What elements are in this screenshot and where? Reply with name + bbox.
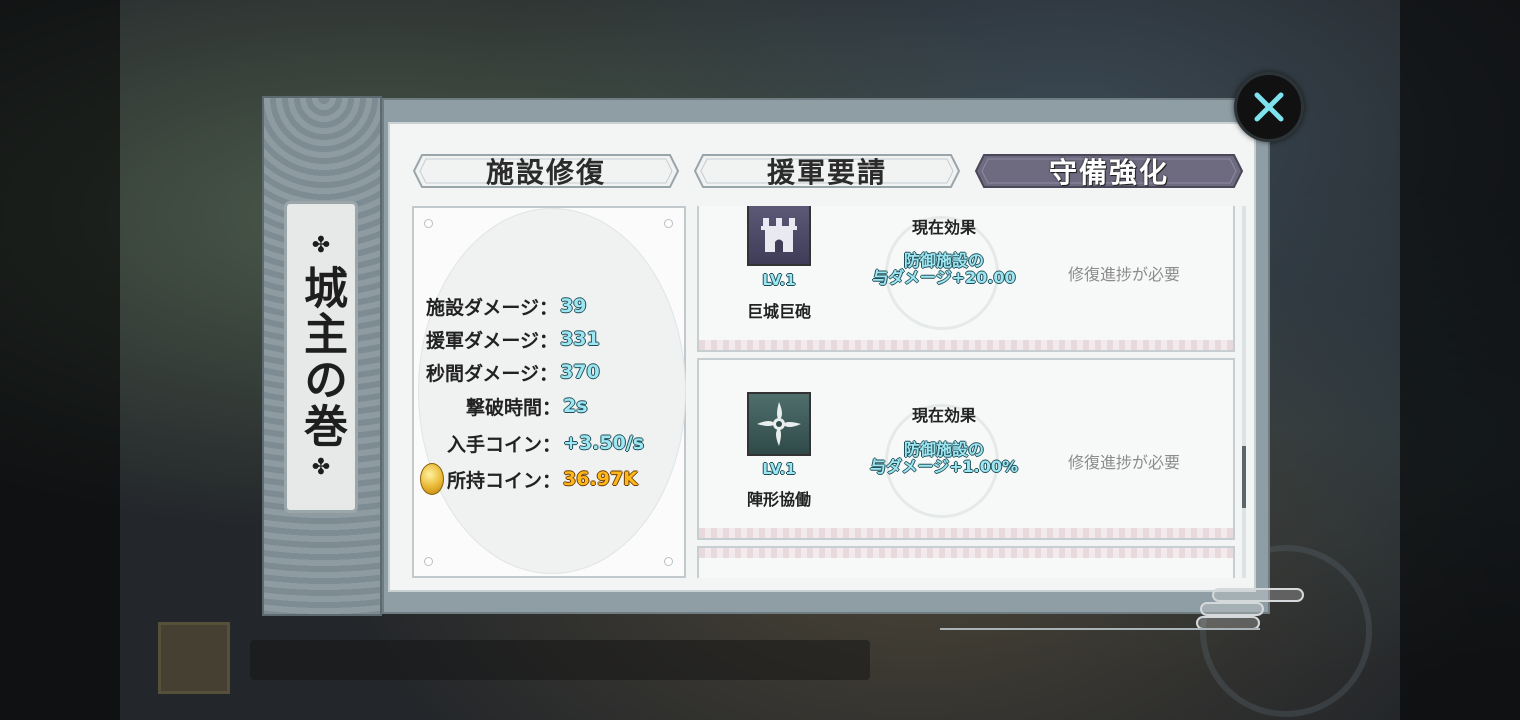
repair-required-note: 修復進捗が必要 — [1067, 453, 1180, 472]
list-scrollbar-thumb[interactable] — [1242, 446, 1246, 508]
corner-ornament — [664, 219, 673, 228]
stat-value: 331 — [560, 328, 600, 350]
effect-line: 防御施設の — [903, 251, 984, 270]
item-level: LV.1 — [762, 271, 796, 289]
cloud-ornament — [1212, 588, 1304, 602]
upgrade-list[interactable]: LV.1 巨城巨砲 現在効果 防御施設の 与ダメージ+20.00 修復進捗が必要… — [697, 206, 1237, 578]
item-level: LV.1 — [762, 460, 796, 478]
background-chat-bar — [250, 640, 870, 680]
effect-line: 与ダメージ+20.00 — [872, 268, 1016, 287]
cloud-ornament-line — [940, 628, 1260, 630]
stat-label: 入手コイン： — [447, 433, 562, 456]
stat-label: 施設ダメージ： — [426, 296, 559, 319]
item-name: 陣形協働 — [746, 490, 811, 509]
stat-value: 39 — [560, 295, 587, 317]
stat-value: 370 — [560, 361, 600, 383]
side-title: 城主の巻 — [296, 265, 347, 449]
clover-icon: ✤ — [311, 233, 331, 258]
stat-value: 36.97K — [563, 468, 638, 490]
clover-icon: ✤ — [311, 455, 331, 480]
stat-coin-income: 入手コイン： +3.50/s — [447, 428, 644, 458]
effect-line: 与ダメージ+1.00% — [869, 457, 1019, 476]
corner-ornament — [664, 557, 673, 566]
tab-label: 守備強化 — [1048, 156, 1169, 189]
tab-reinforcement-request[interactable]: 援軍要請 — [693, 153, 961, 189]
side-title-plate: ✤ 城主の巻 ✤ — [284, 201, 358, 513]
list-scrollbar[interactable] — [1242, 206, 1246, 578]
stat-value: 2s — [563, 395, 588, 417]
stat-defeat-time: 撃破時間： 2s — [466, 391, 588, 421]
effect-line: 防御施設の — [903, 440, 984, 459]
castle-tower-icon — [747, 206, 811, 266]
stat-label: 撃破時間： — [466, 396, 562, 419]
shuriken-icon — [747, 392, 811, 456]
card-pattern — [699, 548, 1233, 558]
stat-coins-owned: 所持コイン： 36.97K — [447, 464, 638, 494]
stat-facility-damage: 施設ダメージ： 39 — [426, 291, 587, 321]
card-pattern — [699, 340, 1233, 350]
close-icon — [1254, 92, 1284, 122]
effect-title: 現在効果 — [911, 218, 976, 237]
background-shade-left — [0, 0, 120, 720]
item-name: 巨城巨砲 — [746, 302, 811, 321]
repair-required-note: 修復進捗が必要 — [1067, 265, 1180, 284]
background-avatar — [158, 622, 230, 694]
corner-ornament — [424, 557, 433, 566]
tab-label: 援軍要請 — [766, 156, 887, 189]
corner-ornament — [424, 219, 433, 228]
stat-value: +3.50/s — [563, 432, 645, 454]
list-item[interactable] — [697, 546, 1235, 578]
stat-label: 援軍ダメージ： — [426, 329, 559, 352]
coin-icon — [420, 463, 444, 495]
tab-label: 施設修復 — [485, 156, 606, 189]
stat-label: 秒間ダメージ： — [426, 362, 559, 385]
effect-title: 現在効果 — [911, 406, 976, 425]
tab-facility-repair[interactable]: 施設修復 — [412, 153, 680, 189]
stat-label: 所持コイン： — [447, 469, 562, 492]
close-button[interactable] — [1234, 72, 1304, 142]
background-shade-right — [1400, 0, 1520, 720]
cloud-ornament — [1200, 602, 1264, 616]
stat-dps: 秒間ダメージ： 370 — [426, 357, 600, 387]
card-pattern — [699, 528, 1233, 538]
stat-reinforcement-damage: 援軍ダメージ： 331 — [426, 324, 600, 354]
tab-defense-upgrade[interactable]: 守備強化 — [974, 153, 1244, 189]
